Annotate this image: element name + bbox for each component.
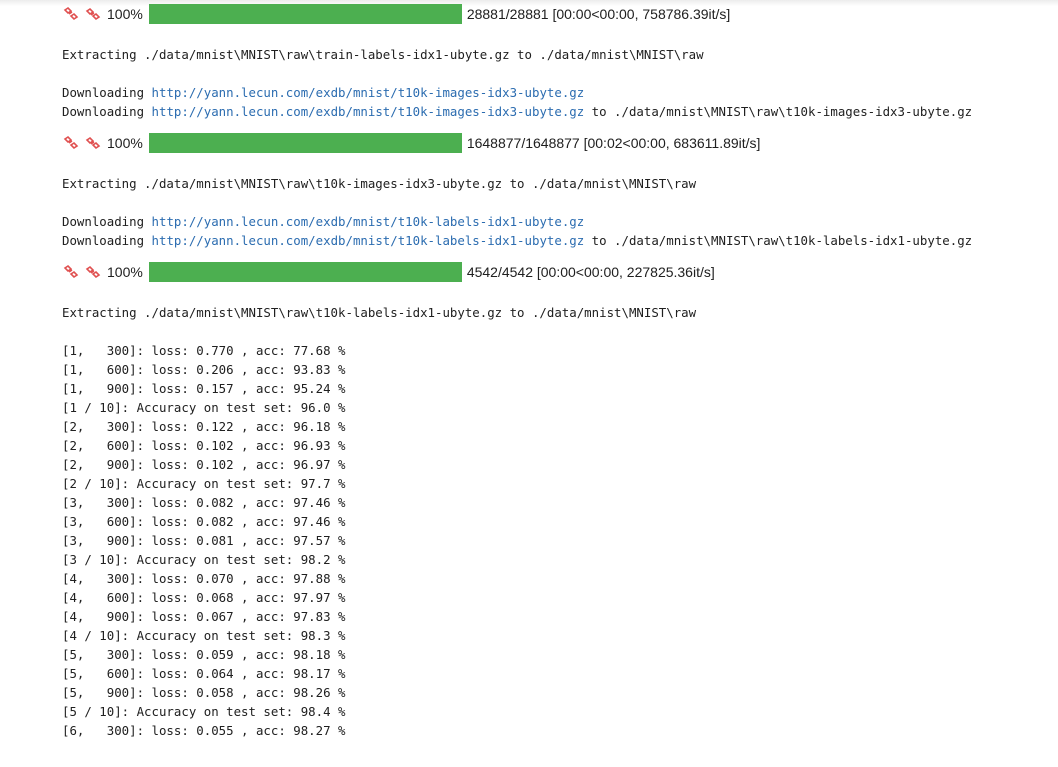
training-log-line: [2, 300]: loss: 0.122 , acc: 96.18 %: [62, 419, 346, 434]
broken-link-icon: [62, 6, 80, 22]
training-log-line: [1, 300]: loss: 0.770 , acc: 77.68 %: [62, 343, 346, 358]
progress-percent: 100%: [107, 6, 143, 22]
training-log-line: [3, 600]: loss: 0.082 , acc: 97.46 %: [62, 514, 346, 529]
download-line: Downloading http://yann.lecun.com/exdb/m…: [62, 102, 1058, 121]
download-url[interactable]: http://yann.lecun.com/exdb/mnist/t10k-im…: [152, 85, 585, 100]
progress-percent: 100%: [107, 135, 143, 151]
progress-bar-fill: [148, 133, 462, 153]
training-log-line: [2 / 10]: Accuracy on test set: 97.7 %: [62, 476, 346, 491]
progress-bar-fill: [148, 262, 462, 282]
training-log-line: [3, 900]: loss: 0.081 , acc: 97.57 %: [62, 533, 346, 548]
broken-link-icon: [84, 6, 102, 22]
training-log-line: [4, 300]: loss: 0.070 , acc: 97.88 %: [62, 571, 346, 586]
download-url[interactable]: http://yann.lecun.com/exdb/mnist/t10k-la…: [152, 233, 585, 248]
training-log-line: [5, 600]: loss: 0.064 , acc: 98.17 %: [62, 666, 346, 681]
extract-line: Extracting ./data/mnist\MNIST\raw\t10k-l…: [62, 305, 697, 320]
broken-link-icon: [84, 264, 102, 280]
broken-link-icon: [62, 135, 80, 151]
progress-stats: 4542/4542 [00:00<00:00, 227825.36it/s]: [466, 264, 715, 280]
download-prefix: Downloading: [62, 104, 152, 119]
training-log-line: [1 / 10]: Accuracy on test set: 96.0 %: [62, 400, 346, 415]
broken-link-icon: [62, 264, 80, 280]
training-log-line: [5, 300]: loss: 0.059 , acc: 98.18 %: [62, 647, 346, 662]
progress-row: 100% 4542/4542 [00:00<00:00, 227825.36it…: [62, 260, 1058, 284]
training-log-line: [3 / 10]: Accuracy on test set: 98.2 %: [62, 552, 346, 567]
progress-bar: [148, 133, 462, 153]
progress-bar: [148, 4, 462, 24]
download-line: Downloading http://yann.lecun.com/exdb/m…: [62, 231, 1058, 250]
training-log-line: [4 / 10]: Accuracy on test set: 98.3 %: [62, 628, 346, 643]
training-log-line: [5 / 10]: Accuracy on test set: 98.4 %: [62, 704, 346, 719]
training-log-line: [1, 600]: loss: 0.206 , acc: 93.83 %: [62, 362, 346, 377]
download-url[interactable]: http://yann.lecun.com/exdb/mnist/t10k-im…: [152, 104, 585, 119]
extract-line: Extracting ./data/mnist\MNIST\raw\train-…: [62, 47, 704, 62]
training-log-line: [4, 900]: loss: 0.067 , acc: 97.83 %: [62, 609, 346, 624]
progress-row: 100% 1648877/1648877 [00:02<00:00, 68361…: [62, 131, 1058, 155]
progress-row: 100% 28881/28881 [00:00<00:00, 758786.39…: [62, 2, 1058, 26]
download-prefix: Downloading: [62, 233, 152, 248]
download-prefix: Downloading: [62, 214, 152, 229]
training-log-line: [2, 900]: loss: 0.102 , acc: 96.97 %: [62, 457, 346, 472]
training-log-line: [5, 900]: loss: 0.058 , acc: 98.26 %: [62, 685, 346, 700]
download-target: to ./data/mnist\MNIST\raw\t10k-images-id…: [584, 104, 973, 119]
progress-stats: 1648877/1648877 [00:02<00:00, 683611.89i…: [466, 135, 761, 151]
extract-line: Extracting ./data/mnist\MNIST\raw\t10k-i…: [62, 176, 697, 191]
broken-link-icon: [84, 135, 102, 151]
download-url[interactable]: http://yann.lecun.com/exdb/mnist/t10k-la…: [152, 214, 585, 229]
training-log-line: [3, 300]: loss: 0.082 , acc: 97.46 %: [62, 495, 346, 510]
download-target: to ./data/mnist\MNIST\raw\t10k-labels-id…: [584, 233, 973, 248]
training-log: [1, 300]: loss: 0.770 , acc: 77.68 % [1, …: [62, 341, 1058, 740]
download-prefix: Downloading: [62, 85, 152, 100]
progress-stats: 28881/28881 [00:00<00:00, 758786.39it/s]: [466, 6, 731, 22]
progress-percent: 100%: [107, 264, 143, 280]
progress-bar-fill: [148, 4, 462, 24]
output-area: 100% 28881/28881 [00:00<00:00, 758786.39…: [62, 2, 1058, 740]
progress-bar: [148, 262, 462, 282]
training-log-line: [6, 300]: loss: 0.055 , acc: 98.27 %: [62, 723, 346, 738]
training-log-line: [4, 600]: loss: 0.068 , acc: 97.97 %: [62, 590, 346, 605]
download-line: Downloading http://yann.lecun.com/exdb/m…: [62, 212, 1058, 231]
download-line: Downloading http://yann.lecun.com/exdb/m…: [62, 83, 1058, 102]
training-log-line: [2, 600]: loss: 0.102 , acc: 96.93 %: [62, 438, 346, 453]
training-log-line: [1, 900]: loss: 0.157 , acc: 95.24 %: [62, 381, 346, 396]
